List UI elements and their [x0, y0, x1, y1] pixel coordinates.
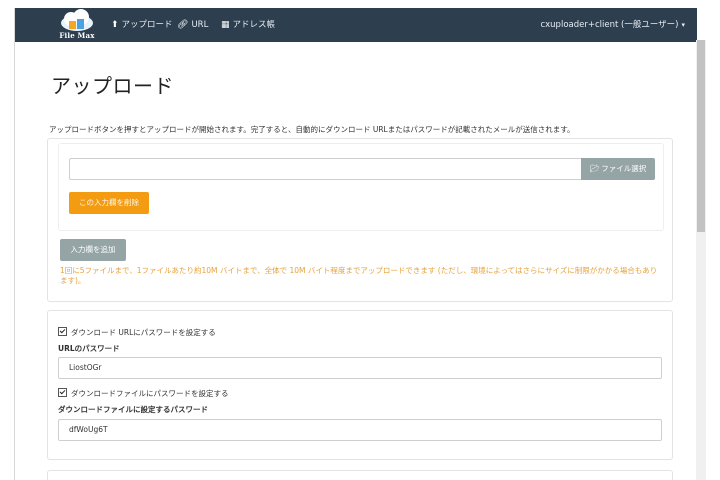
file-password-checkbox-label: ダウンロードファイルにパスワードを設定する	[71, 389, 229, 398]
nav-item-upload[interactable]: ⬆ アップロード	[111, 8, 173, 42]
file-select-label: ファイル選択	[601, 164, 647, 173]
file-password-checkbox-row[interactable]: ダウンロードファイルにパスワードを設定する	[58, 388, 229, 399]
url-password-label: URLのパスワード	[58, 344, 120, 353]
url-password-checkbox-row[interactable]: ダウンロード URLにパスワードを設定する	[58, 327, 216, 338]
folder-open-icon: 📂︎	[589, 164, 600, 173]
nav-item-upload-label: アップロード	[121, 20, 173, 30]
url-password-checkbox-label: ダウンロード URLにパスワードを設定する	[71, 328, 216, 337]
nav-item-address-book[interactable]: ▦ アドレス帳	[221, 8, 275, 42]
page-scrollbar[interactable]	[696, 40, 706, 480]
file-select-button[interactable]: 📂︎ ファイル選択	[581, 158, 655, 180]
address-book-icon: ▦	[221, 20, 230, 30]
file-password-input[interactable]: dfWoUg6T	[58, 419, 662, 441]
upload-instructions: アップロードボタンを押すとアップロードが開始されます。完了すると、自動的にダウン…	[49, 125, 575, 134]
link-icon: 🔗︎	[177, 20, 189, 30]
password-panel: ダウンロード URLにパスワードを設定する URLのパスワード LiostOGr…	[47, 310, 673, 460]
app-window: File Max ⬆ アップロード 🔗︎ URL ▦ アドレス帳 cxuploader…	[14, 8, 697, 480]
url-password-checkbox[interactable]	[58, 327, 67, 336]
nav-item-url[interactable]: 🔗︎ URL	[177, 8, 208, 42]
navbar: File Max ⬆ アップロード 🔗︎ URL ▦ アドレス帳 cxuploader…	[15, 8, 697, 42]
logo-text: File Max	[59, 31, 95, 40]
caret-down-icon: ▾	[681, 21, 685, 29]
file-input-well: 📂︎ ファイル選択 この入力欄を削除	[58, 143, 664, 231]
upload-icon: ⬆	[111, 20, 119, 30]
file-max-logo[interactable]: File Max	[57, 9, 97, 41]
upload-limit-note: 1回に5ファイルまで、1ファイルあたり約10M バイトまで、全体で 10M バイ…	[60, 266, 658, 285]
nav-item-address-book-label: アドレス帳	[232, 20, 276, 30]
add-field-button[interactable]: 入力欄を追加	[60, 239, 126, 261]
file-password-label: ダウンロードファイルに設定するパスワード	[58, 405, 208, 414]
upload-panel: 📂︎ ファイル選択 この入力欄を削除 入力欄を追加 1回に5ファイルまで、1ファイ…	[47, 138, 673, 302]
url-password-input[interactable]: LiostOGr	[58, 357, 662, 379]
next-options-panel	[47, 470, 673, 480]
nav-item-url-label: URL	[191, 20, 209, 30]
page-title: アップロード	[51, 74, 174, 98]
user-menu[interactable]: cxuploader+client (一般ユーザー) ▾	[540, 8, 685, 42]
file-password-checkbox[interactable]	[58, 388, 67, 397]
cloud-logo-icon	[61, 9, 93, 31]
user-menu-label: cxuploader+client (一般ユーザー)	[540, 20, 679, 30]
file-path-input[interactable]	[69, 158, 581, 180]
remove-field-button[interactable]: この入力欄を削除	[69, 192, 149, 214]
scrollbar-thumb[interactable]	[697, 40, 705, 232]
